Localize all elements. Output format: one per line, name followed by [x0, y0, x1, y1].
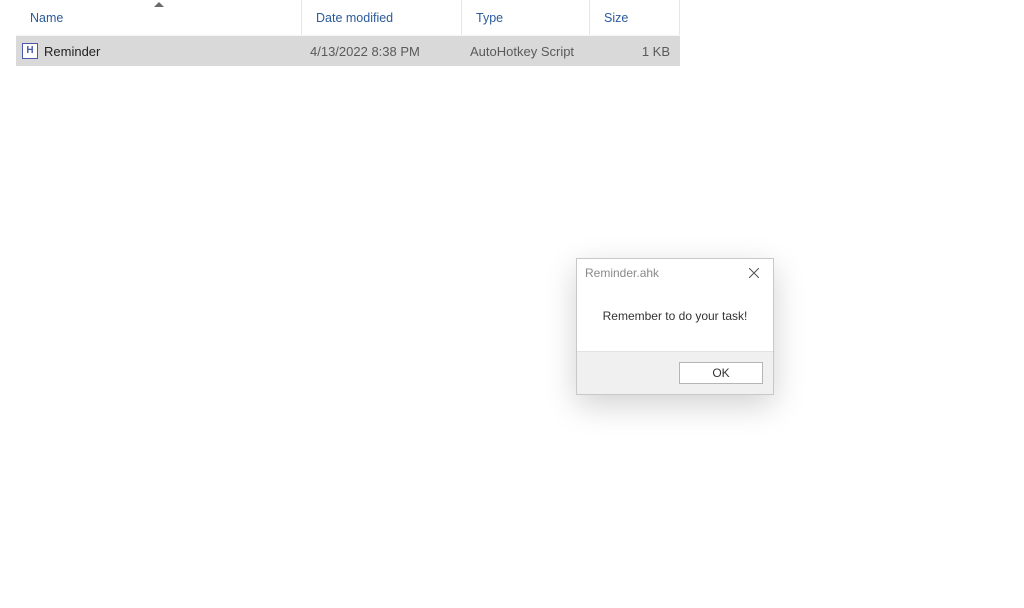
message-box-dialog: Reminder.ahk Remember to do your task! O…: [576, 258, 774, 395]
dialog-title-text: Reminder.ahk: [585, 266, 659, 280]
dialog-footer: OK: [577, 351, 773, 394]
ahk-file-icon-letter: H: [26, 46, 33, 56]
column-header-row: Name Date modified Type Size: [16, 0, 680, 36]
dialog-titlebar[interactable]: Reminder.ahk: [577, 259, 773, 287]
ok-button[interactable]: OK: [679, 362, 763, 384]
file-type-text: AutoHotkey Script: [470, 44, 574, 59]
column-header-date[interactable]: Date modified: [302, 0, 462, 35]
file-type-cell: AutoHotkey Script: [462, 36, 590, 66]
ok-button-label: OK: [712, 366, 729, 380]
column-header-name-label: Name: [30, 11, 63, 25]
dialog-message-text: Remember to do your task!: [603, 309, 748, 323]
column-header-name[interactable]: Name: [16, 0, 302, 35]
file-size-cell: 1 KB: [590, 36, 680, 66]
close-button[interactable]: [735, 259, 773, 287]
table-row[interactable]: H Reminder 4/13/2022 8:38 PM AutoHotkey …: [16, 36, 680, 66]
column-header-size[interactable]: Size: [590, 0, 680, 35]
file-date-cell: 4/13/2022 8:38 PM: [302, 36, 462, 66]
column-header-type-label: Type: [476, 11, 503, 25]
file-list: Name Date modified Type Size H Reminder …: [16, 0, 680, 66]
column-header-size-label: Size: [604, 11, 628, 25]
close-icon: [749, 268, 759, 278]
file-name-text: Reminder: [44, 44, 100, 59]
file-size-text: 1 KB: [642, 44, 670, 59]
dialog-body: Remember to do your task!: [577, 287, 773, 351]
file-name-cell: H Reminder: [16, 36, 302, 66]
sort-ascending-icon: [154, 2, 164, 7]
ahk-file-icon: H: [22, 43, 38, 59]
file-date-text: 4/13/2022 8:38 PM: [310, 44, 420, 59]
column-header-date-label: Date modified: [316, 11, 393, 25]
column-header-type[interactable]: Type: [462, 0, 590, 35]
